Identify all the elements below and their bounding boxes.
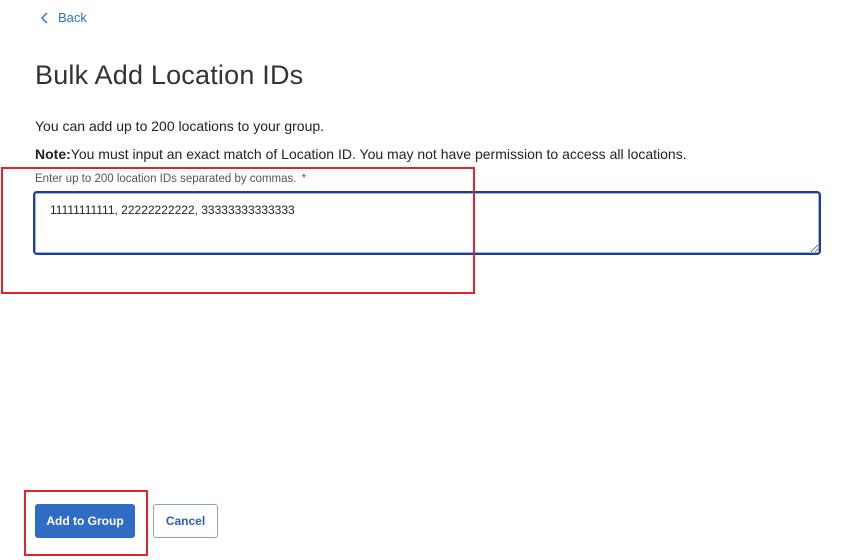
location-ids-label-text: Enter up to 200 location IDs separated b… bbox=[35, 173, 297, 185]
page-title: Bulk Add Location IDs bbox=[35, 60, 304, 90]
required-marker: * bbox=[301, 173, 307, 185]
intro-text: You can add up to 200 locations to your … bbox=[35, 118, 325, 134]
note-text: Note:You must input an exact match of Lo… bbox=[35, 146, 687, 162]
location-ids-label: Enter up to 200 location IDs separated b… bbox=[35, 173, 306, 185]
chevron-left-icon bbox=[41, 12, 48, 23]
add-to-group-button[interactable]: Add to Group bbox=[35, 504, 135, 538]
back-link[interactable]: Back bbox=[40, 10, 87, 25]
back-label: Back bbox=[58, 10, 87, 25]
cancel-button[interactable]: Cancel bbox=[153, 504, 218, 538]
location-ids-textarea[interactable] bbox=[33, 191, 821, 255]
note-label: Note: bbox=[35, 146, 71, 162]
note-body: You must input an exact match of Locatio… bbox=[70, 146, 687, 162]
